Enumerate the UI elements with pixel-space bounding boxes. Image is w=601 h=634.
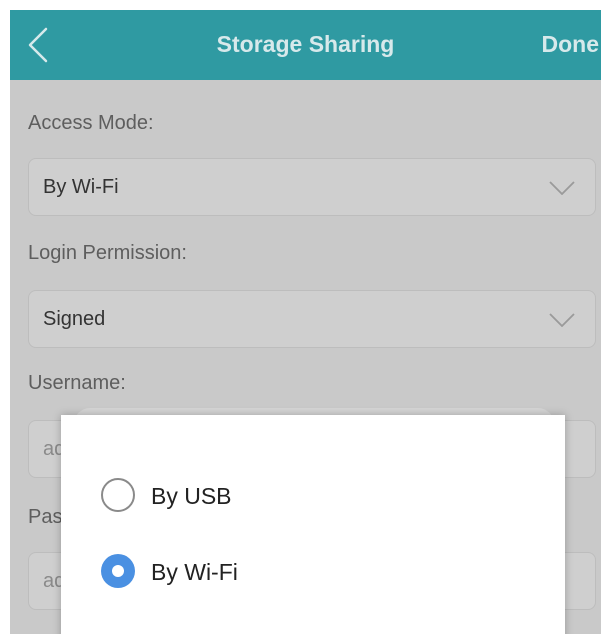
login-permission-value: Signed (43, 308, 106, 330)
option-label: By Wi-Fi (151, 559, 238, 585)
access-mode-label: Access Mode: (28, 112, 154, 134)
option-by-usb[interactable]: By USB (101, 471, 541, 521)
password-label: Pas (28, 506, 63, 528)
page-title: Storage Sharing (216, 31, 395, 57)
screen: Storage Sharing Done Access Mode: By Wi-… (10, 10, 601, 634)
header-bar: Storage Sharing Done (10, 10, 601, 80)
option-by-wifi[interactable]: By Wi-Fi (101, 547, 541, 597)
radio-dot (112, 565, 124, 577)
access-mode-select[interactable]: By Wi-Fi (28, 158, 596, 216)
access-mode-dialog: By USB By Wi-Fi (61, 415, 565, 634)
chevron-down-icon (549, 181, 575, 195)
login-permission-select[interactable]: Signed (28, 290, 596, 348)
radio-unselected-icon[interactable] (101, 478, 135, 512)
option-label: By USB (151, 483, 232, 509)
done-button[interactable]: Done (542, 10, 600, 80)
username-label: Username: (28, 372, 126, 394)
chevron-down-icon (549, 313, 575, 327)
login-permission-label: Login Permission: (28, 242, 187, 264)
radio-selected-icon[interactable] (101, 554, 135, 588)
access-mode-value: By Wi-Fi (43, 176, 119, 198)
